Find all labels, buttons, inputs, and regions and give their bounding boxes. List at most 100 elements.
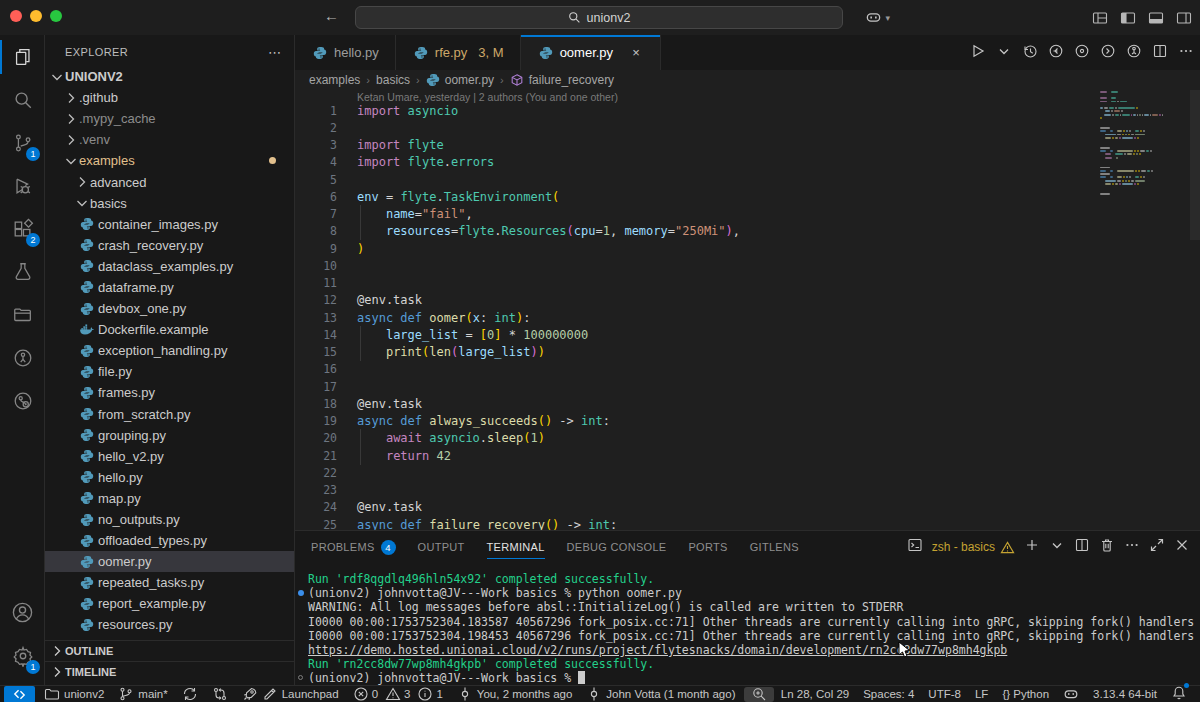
tree-item-from-scratch-py[interactable]: from_scratch.py	[45, 404, 294, 425]
code-editor[interactable]: Ketan Umare, yesterday | 2 authors (You …	[295, 90, 1200, 530]
history-action-icon[interactable]	[1022, 43, 1038, 63]
activitybar-extensions[interactable]: 2	[0, 209, 45, 249]
status-sync-icon[interactable]	[175, 686, 205, 702]
panel-plus-icon[interactable]	[1024, 537, 1040, 557]
terminal-title[interactable]: zsh - basics	[932, 540, 1015, 555]
chevron-down-action-icon[interactable]	[996, 43, 1012, 63]
minimize-window-button[interactable]	[30, 10, 42, 22]
tree-item-report-example-py[interactable]: report_example.py	[45, 593, 294, 614]
panel-tab-ports[interactable]: PORTS	[688, 531, 727, 563]
panel-tab-terminal[interactable]: TERMINAL	[487, 531, 545, 563]
tree-item-crash-recovery-py[interactable]: crash_recovery.py	[45, 235, 294, 256]
tree-item-resources-py[interactable]: resources.py	[45, 614, 294, 635]
status-zoom-icon[interactable]	[744, 687, 774, 702]
panel-close-icon[interactable]	[1174, 537, 1190, 557]
activitybar-run-debug[interactable]	[0, 166, 45, 206]
sidebar-section-timeline[interactable]: TIMELINE	[45, 661, 294, 682]
editor-scrollbar[interactable]	[1190, 90, 1200, 240]
sidebar-section-outline[interactable]: OUTLINE	[45, 640, 294, 661]
status-launchpad[interactable]: Launchpad	[235, 686, 346, 702]
status-bell-icon[interactable]	[1164, 686, 1194, 702]
tree-item-dockerfile-example[interactable]: Dockerfile.example	[45, 319, 294, 340]
activitybar-gitlens[interactable]	[0, 338, 45, 378]
tree-item-offloaded-types-py[interactable]: offloaded_types.py	[45, 530, 294, 551]
activitybar-testing[interactable]	[0, 252, 45, 292]
status-you-2-months-ago[interactable]: You, 2 months ago	[450, 686, 579, 702]
panel-tab-debug-console[interactable]: DEBUG CONSOLE	[567, 531, 667, 563]
toggle-sidebar-icon[interactable]	[1120, 10, 1136, 26]
tree-item-oomer-py[interactable]: oomer.py	[45, 551, 294, 572]
status-copilot-icon[interactable]	[1056, 686, 1086, 702]
minimap[interactable]	[1100, 90, 1163, 530]
status-lf[interactable]: LF	[968, 686, 995, 702]
tree-item-map-py[interactable]: map.py	[45, 488, 294, 509]
tree-item-dataframe-py[interactable]: dataframe.py	[45, 277, 294, 298]
activitybar-source-control[interactable]: 1	[0, 123, 45, 163]
breadcrumb-item[interactable]: failure_recovery	[529, 73, 614, 87]
activitybar-remote-explorer[interactable]	[0, 295, 45, 335]
tab-oomer-py[interactable]: oomer.py×	[521, 35, 661, 70]
ellipsis-action-icon[interactable]	[1178, 43, 1194, 63]
status--python[interactable]: {} Python	[995, 686, 1056, 702]
breadcrumb-item[interactable]: oomer.py	[445, 73, 494, 87]
status-unionv2[interactable]: unionv2	[37, 686, 111, 702]
breadcrumb-item[interactable]: examples	[309, 73, 360, 87]
status-item[interactable]: 031	[346, 686, 450, 702]
copilot-icon[interactable]	[865, 9, 882, 26]
nav-fwd-circle-action-icon[interactable]	[1100, 43, 1116, 63]
terminal[interactable]: Run 'rdf8qgdlq496hln54x92' completed suc…	[295, 563, 1200, 686]
activitybar-account[interactable]	[0, 592, 45, 632]
tree-item-repeated-tasks-py[interactable]: repeated_tasks.py	[45, 572, 294, 593]
tree-item-exception-handling-py[interactable]: exception_handling.py	[45, 340, 294, 361]
command-center-search[interactable]: unionv2	[355, 6, 843, 29]
status-spaces-4[interactable]: Spaces: 4	[856, 686, 921, 702]
tree-item--github[interactable]: .github	[45, 87, 294, 108]
status-utf-8[interactable]: UTF-8	[921, 686, 968, 702]
split-editor-action-icon[interactable]	[1152, 43, 1168, 63]
tree-item-hello-v2-py[interactable]: hello_v2.py	[45, 446, 294, 467]
panel-tab-output[interactable]: OUTPUT	[418, 531, 465, 563]
status-ln-28-col-29[interactable]: Ln 28, Col 29	[774, 686, 856, 702]
status-compare-icon[interactable]	[205, 686, 235, 702]
status-remote-icon[interactable]	[4, 686, 35, 702]
panel-trash-icon[interactable]	[1099, 537, 1115, 557]
panel-tab-gitlens[interactable]: GITLENS	[750, 531, 799, 563]
status-john-votta-1-month-ago-[interactable]: John Votta (1 month ago)	[579, 686, 742, 702]
zoom-window-button[interactable]	[50, 10, 62, 22]
panel-ellipsis-icon[interactable]	[1124, 537, 1140, 557]
explorer-more-icon[interactable]: ⋯	[268, 45, 282, 60]
toggle-secondary-sidebar-icon[interactable]	[1176, 10, 1192, 26]
activitybar-gitlens-inspect[interactable]	[0, 381, 45, 421]
customize-layout-icon[interactable]	[1092, 10, 1108, 26]
activitybar-settings[interactable]: 1	[0, 636, 45, 676]
tree-item--mypy-cache[interactable]: .mypy_cache	[45, 108, 294, 129]
tab-close-icon[interactable]: ×	[628, 45, 644, 60]
activitybar-explorer[interactable]	[0, 37, 45, 77]
tree-item-file-py[interactable]: file.py	[45, 361, 294, 382]
tree-item-examples[interactable]: examples	[45, 150, 294, 171]
nav-back-icon[interactable]: ←	[324, 7, 339, 24]
status-main-[interactable]: main*	[111, 686, 174, 702]
tree-item-frames-py[interactable]: frames.py	[45, 382, 294, 403]
tree-item-hello-py[interactable]: hello.py	[45, 467, 294, 488]
toggle-panel-icon[interactable]	[1148, 10, 1164, 26]
chevron-down-icon[interactable]: ▾	[885, 13, 890, 23]
gitlens-graph-action-icon[interactable]	[1126, 43, 1142, 63]
status-3-13-4-64-bit[interactable]: 3.13.4 64-bit	[1086, 686, 1164, 702]
tree-item-container-images-py[interactable]: container_images.py	[45, 214, 294, 235]
close-window-button[interactable]	[10, 10, 22, 22]
tree-root[interactable]: UNIONV2	[45, 66, 294, 87]
nav-circle-action-icon[interactable]	[1074, 43, 1090, 63]
run-action-icon[interactable]	[970, 43, 986, 63]
panel-chevron-down-icon[interactable]	[1049, 537, 1065, 557]
panel-split-editor-icon[interactable]	[1074, 537, 1090, 557]
tree-item-no-outputs-py[interactable]: no_outputs.py	[45, 509, 294, 530]
nav-back-circle-action-icon[interactable]	[1048, 43, 1064, 63]
panel-tab-problems[interactable]: PROBLEMS4	[311, 531, 396, 563]
activitybar-search[interactable]	[0, 80, 45, 120]
panel-expand-icon[interactable]	[1149, 537, 1165, 557]
tree-item--venv[interactable]: .venv	[45, 129, 294, 150]
tab-rfe-py[interactable]: rfe.py3, M	[396, 35, 521, 70]
tab-hello-py[interactable]: hello.py	[295, 35, 396, 70]
breadcrumb-item[interactable]: basics	[376, 73, 410, 87]
